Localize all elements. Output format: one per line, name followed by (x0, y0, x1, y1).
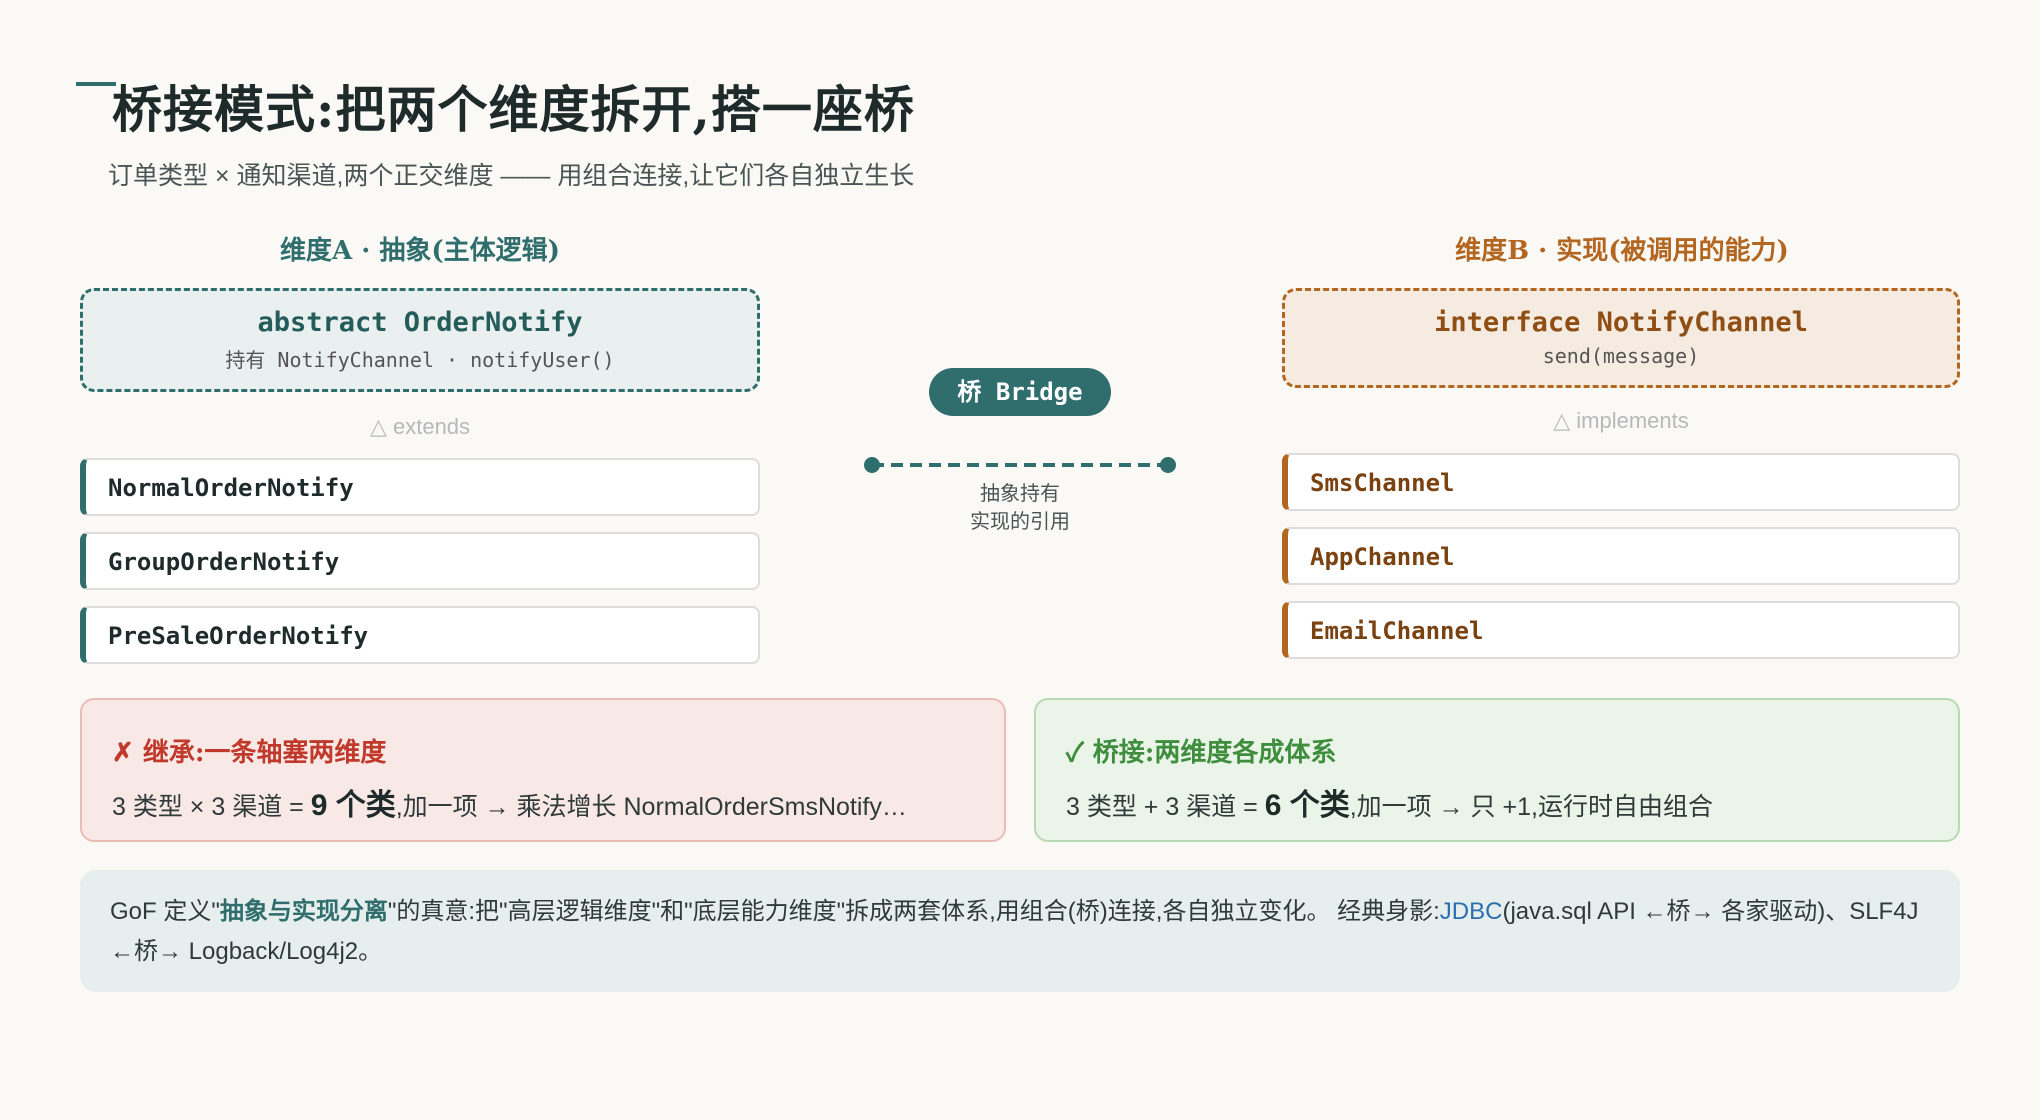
interface-name: interface NotifyChannel (1434, 307, 1808, 338)
bridge-panel-title: ✓ 桥接:两维度各成体系 (1066, 738, 1337, 768)
bridge-right-dot (1160, 457, 1176, 473)
bridge-formula: 3 类型 + 3 渠道 = (1066, 793, 1265, 821)
bridge-caption: 抽象持有 实现的引用 (920, 480, 1120, 536)
subclass-card-normal-order-notify: NormalOrderNotify (80, 458, 760, 516)
inheritance-panel: ✗ 继承:一条轴塞两维度 3 类型 × 3 渠道 = 9 个类,加一项 → 乘法… (80, 698, 1006, 842)
abstract-order-notify-box: abstract OrderNotify 持有 NotifyChannel · … (80, 288, 760, 392)
interface-notify-channel-box: interface NotifyChannel send(message) (1282, 288, 1960, 388)
impl-card-sms-channel: SmsChannel (1282, 453, 1960, 511)
bridge-caption-line-2: 实现的引用 (970, 511, 1070, 533)
inheritance-class-count: 9 个类 (310, 789, 396, 822)
subclass-name: GroupOrderNotify (108, 548, 340, 576)
note-text-1: GoF 定义" (110, 898, 220, 925)
extends-label: △ extends (369, 414, 471, 439)
bridge-connector (864, 457, 1176, 473)
title-accent-bar (76, 82, 116, 86)
bridge-panel-body: 3 类型 + 3 渠道 = 6 个类,加一项 → 只 +1,运行时自由组合 (1066, 780, 1713, 824)
inheritance-consequence: ,加一项 → 乘法增长 NormalOrderSmsNotify… (395, 793, 907, 821)
subclass-card-presale-order-notify: PreSaleOrderNotify (80, 606, 760, 664)
interface-members: send(message) (1542, 344, 1700, 368)
subclass-name: PreSaleOrderNotify (108, 622, 369, 650)
inheritance-panel-title: ✗ 继承:一条轴塞两维度 (112, 738, 387, 768)
impl-name: EmailChannel (1310, 617, 1484, 645)
subclass-card-group-order-notify: GroupOrderNotify (80, 532, 760, 590)
bridge-class-count: 6 个类 (1264, 789, 1350, 822)
impl-name: SmsChannel (1310, 469, 1455, 497)
bridge-consequence: ,加一项 → 只 +1,运行时自由组合 (1349, 793, 1713, 821)
bridge-panel: ✓ 桥接:两维度各成体系 3 类型 + 3 渠道 = 6 个类,加一项 → 只 … (1034, 698, 1960, 842)
note-text-2: "的真意:把"高层逻辑维度"和"底层能力维度"拆成两套体系,用组合(桥)连接,各… (387, 898, 1440, 925)
impl-card-email-channel: EmailChannel (1282, 601, 1960, 659)
inheritance-panel-body: 3 类型 × 3 渠道 = 9 个类,加一项 → 乘法增长 NormalOrde… (112, 780, 907, 824)
inheritance-formula: 3 类型 × 3 渠道 = (112, 793, 311, 821)
page-subtitle: 订单类型 × 通知渠道,两个正交维度 —— 用组合连接,让它们各自独立生长 (108, 162, 915, 190)
note-jdbc: JDBC (1439, 898, 1503, 925)
impl-card-app-channel: AppChannel (1282, 527, 1960, 585)
bridge-pill: 桥 Bridge (929, 368, 1111, 416)
bridge-caption-line-1: 抽象持有 (980, 483, 1060, 505)
dimension-b-title: 维度B · 实现(被调用的能力) (1455, 236, 1789, 266)
dimension-a-title: 维度A · 抽象(主体逻辑) (280, 236, 560, 266)
bridge-left-dot (864, 457, 880, 473)
abstract-class-members: 持有 NotifyChannel · notifyUser() (225, 348, 615, 372)
page-title: 桥接模式:把两个维度拆开,搭一座桥 (112, 80, 915, 139)
note-highlight: 抽象与实现分离 (219, 898, 388, 925)
impl-name: AppChannel (1310, 543, 1455, 571)
implements-label: △ implements (1553, 408, 1689, 433)
abstract-class-name: abstract OrderNotify (257, 307, 583, 338)
subclass-name: NormalOrderNotify (108, 474, 354, 502)
gof-note: GoF 定义"抽象与实现分离"的真意:把"高层逻辑维度"和"底层能力维度"拆成两… (80, 870, 1960, 992)
